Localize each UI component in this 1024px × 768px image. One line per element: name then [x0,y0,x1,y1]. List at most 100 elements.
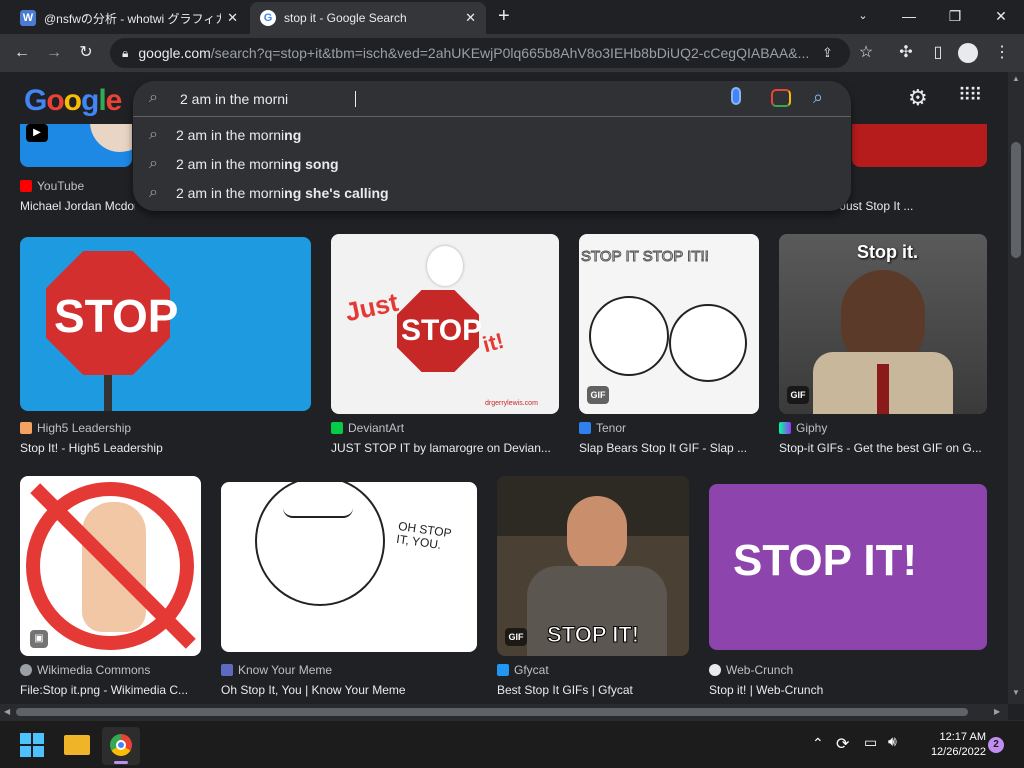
search-submit-icon[interactable]: ⌕ [813,87,823,108]
chevron-up-icon[interactable]: ⌃ [812,735,824,752]
result-caption[interactable]: Slap Bears Stop It GIF - Slap ... [579,441,759,455]
scroll-down-icon[interactable]: ▼ [1012,688,1020,697]
lens-camera-icon[interactable] [771,89,791,107]
face-shape [567,496,627,572]
result-image-wikimedia[interactable]: ▣ [20,476,201,656]
google-images-page: ▶ YouTube Michael Jordan Mcdon Just Stop… [0,72,1008,704]
result-source[interactable]: Know Your Meme [221,663,332,677]
search-input-row[interactable]: ⌕ 2 am in the morni ⌕ [133,81,851,117]
suggestion-item[interactable]: ⌕ 2 am in the morni ng [133,120,851,149]
volume-icon[interactable]: 🔊︎ [888,733,897,750]
result-caption[interactable]: Stop It! - High5 Leadership [20,441,311,455]
result-image-webcrunch[interactable]: STOP IT! [709,484,987,650]
voice-search-mic-icon[interactable] [731,87,741,105]
result-caption[interactable]: File:Stop it.png - Wikimedia C... [20,683,201,697]
result-image-deviantart[interactable]: STOP Just it! drgerrylewis.com [331,234,559,414]
meme-smile [283,508,353,518]
result-source[interactable]: High5 Leadership [20,421,131,435]
result-caption[interactable]: Oh Stop It, You | Know Your Meme [221,683,477,697]
result-caption[interactable]: Just Stop It ... [840,199,990,213]
result-caption[interactable]: Michael Jordan Mcdon [20,199,135,213]
close-tab-icon[interactable]: ✕ [227,10,238,26]
profile-avatar[interactable] [958,43,978,63]
high5-icon [20,422,32,434]
horizontal-scrollbar[interactable]: ◀ ▶ [0,704,1008,720]
close-window-button[interactable]: ✕ [978,4,1024,28]
new-tab-button[interactable]: + [498,5,510,28]
result-caption[interactable]: JUST STOP IT by lamarogre on Devian... [331,441,559,455]
notification-badge[interactable]: 2 [988,737,1004,753]
gfycat-icon [497,664,509,676]
webcrunch-icon [709,664,721,676]
scroll-right-icon[interactable]: ▶ [994,707,1000,716]
side-panel-icon[interactable]: ▯ [926,41,950,65]
settings-gear-icon[interactable]: ⚙ [908,85,928,111]
result-source[interactable]: Wikimedia Commons [20,663,150,677]
search-icon: ⌕ [149,183,158,201]
bookmark-star-icon[interactable]: ☆ [854,41,878,65]
tab-whotwi[interactable]: W @nsfwの分析 - whotwi グラフィカル ✕ [10,2,248,34]
scrollbar-thumb[interactable] [16,708,968,716]
result-source[interactable]: Tenor [579,421,626,435]
result-image-giphy[interactable]: Stop it. GIF [779,234,987,414]
suggestion-item[interactable]: ⌕ 2 am in the morni ng she's calling [133,178,851,207]
result-image-high5[interactable]: STOP [20,237,311,411]
apps-grid-icon[interactable]: ⠿⠿ [958,85,982,106]
close-tab-icon[interactable]: ✕ [465,10,476,26]
image-caption-text: STOP IT STOP IT!! [581,248,710,266]
tie-shape [877,364,889,414]
extensions-icon[interactable]: ✣ [894,41,918,65]
restore-button[interactable]: ❐ [932,4,978,28]
source-label: Tenor [596,421,627,435]
result-image-knowyourmeme[interactable]: OH STOP IT, YOU. [221,482,477,652]
sync-icon[interactable]: ⟳ [836,734,849,754]
chrome-icon-center [116,740,126,750]
scrollbar-thumb[interactable] [1011,142,1021,258]
clock[interactable]: 12:17 AM 12/26/2022 [916,730,986,760]
back-icon[interactable]: ← [10,41,34,65]
scroll-up-icon[interactable]: ▲ [1012,74,1020,83]
image-icon: ▣ [30,630,48,648]
windows-taskbar: ⌃ ⟳ ▭ 🔊︎ 12:17 AM 12/26/2022 2 [0,720,1024,768]
result-image-tenor[interactable]: STOP IT STOP IT!! GIF [579,234,759,414]
suggestion-completion: ng she's calling [284,184,389,201]
vertical-scrollbar[interactable]: ▲ ▼ [1008,72,1024,704]
file-explorer-icon[interactable] [64,735,90,755]
stop-sign-text: STOP [401,314,483,347]
reload-icon[interactable]: ↻ [74,41,98,65]
windows-start-icon[interactable] [20,733,44,757]
address-bar[interactable]: 🔒︎ google.com /search?q=stop+it&tbm=isch… [110,38,850,68]
tab-search-icon[interactable]: ⌄ [840,4,886,28]
image-caption-text: STOP IT! [733,536,918,585]
source-label: Wikimedia Commons [37,663,151,677]
minimize-button[interactable]: — [886,4,932,28]
result-caption[interactable]: Stop it! | Web-Crunch [709,683,987,697]
chrome-menu-icon[interactable]: ⋮ [990,41,1014,65]
tab-google-search[interactable]: G stop it - Google Search ✕ [250,2,486,34]
url-path: /search?q=stop+it&tbm=isch&ved=2ahUKEwjP… [210,45,810,61]
network-icon[interactable]: ▭ [864,734,877,751]
sign-pole [104,375,112,411]
browser-toolbar: ← → ↻ 🔒︎ google.com /search?q=stop+it&tb… [0,34,1024,72]
share-icon[interactable]: ⇪ [822,45,833,61]
chrome-taskbar-button[interactable] [102,727,140,765]
suggestion-typed: 2 am in the morni [175,155,285,172]
url-host: google.com [138,45,211,61]
text-cursor [355,91,356,107]
scroll-left-icon[interactable]: ◀ [4,707,10,716]
source-label: YouTube [37,179,85,193]
result-image-gfycat[interactable]: STOP IT! GIF [497,476,689,656]
result-source[interactable]: Gfycat [497,663,549,677]
result-source[interactable]: Giphy [779,421,827,435]
forward-icon[interactable]: → [42,41,66,65]
meme-face [255,482,385,606]
result-source[interactable]: Web-Crunch [709,663,793,677]
search-input[interactable]: 2 am in the morni [180,91,288,107]
result-source[interactable]: DeviantArt [331,421,404,435]
result-caption[interactable]: Stop-it GIFs - Get the best GIF on G... [779,441,987,455]
result-caption[interactable]: Best Stop It GIFs | Gfycat [497,683,689,697]
suggestion-item[interactable]: ⌕ 2 am in the morni ng song [133,149,851,178]
google-logo[interactable]: Google [24,84,122,118]
suggestion-completion: ng [284,126,302,143]
result-source[interactable]: YouTube [20,179,84,193]
